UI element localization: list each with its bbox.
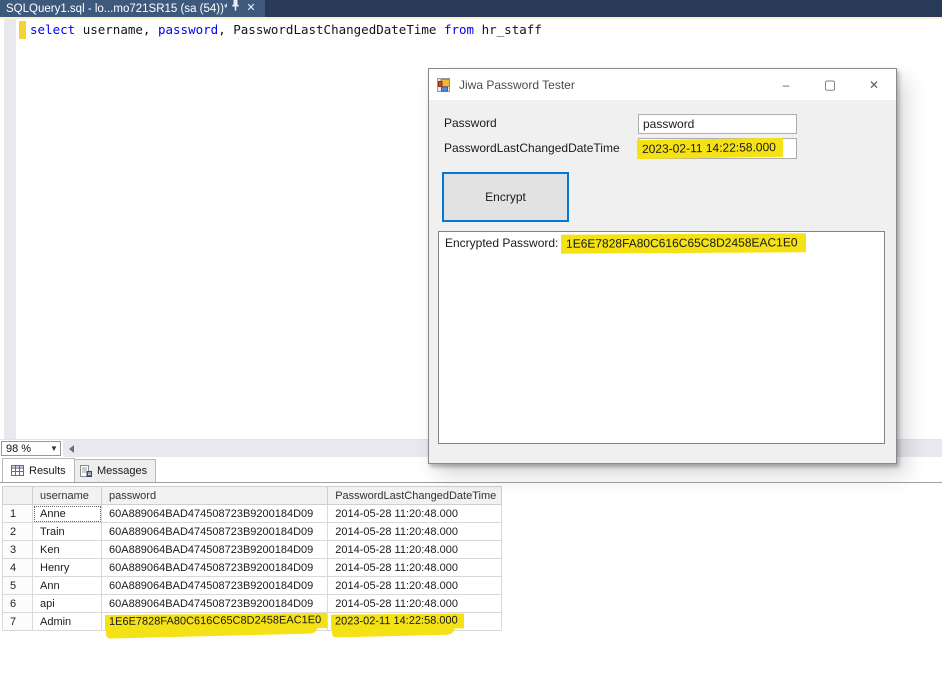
winforms-window-icon — [437, 78, 452, 92]
grid-cell-rownum[interactable]: 4 — [3, 559, 33, 577]
password-field-value: password — [643, 117, 694, 131]
grid-cell-rownum[interactable]: 3 — [3, 541, 33, 559]
document-icon — [80, 465, 92, 477]
sql-token: hr_staff — [474, 22, 542, 37]
grid-body: 1Anne60A889064BAD474508723B9200184D09201… — [3, 505, 502, 631]
tab-results-label: Results — [29, 465, 66, 477]
grid-header-changed[interactable]: PasswordLastChangedDateTime — [328, 487, 502, 505]
grid-cell-username[interactable]: Ken — [33, 541, 102, 559]
unsaved-change-bar — [19, 21, 26, 39]
grid-row: 6api60A889064BAD474508723B9200184D092014… — [3, 595, 502, 613]
password-field[interactable]: password — [638, 114, 797, 134]
zoom-level-value: 98 % — [2, 443, 48, 455]
grid-cell-rownum[interactable]: 6 — [3, 595, 33, 613]
sql-token: username — [83, 22, 143, 37]
tab-results[interactable]: Results — [2, 458, 75, 482]
encrypted-output-prefix: Encrypted Password: — [445, 236, 562, 250]
dialog-minimize-button[interactable]: – — [764, 69, 808, 100]
grid-cell-changed[interactable]: 2014-05-28 11:20:48.000 — [328, 505, 502, 523]
ssms-window: SQLQuery1.sql - lo...mo721SR15 (sa (54))… — [0, 0, 942, 680]
datetime-field-value: 2023-02-11 14:22:58.000 — [637, 138, 783, 159]
grid-cell-changed[interactable]: 2014-05-28 11:20:48.000 — [328, 541, 502, 559]
grid-cell-password[interactable]: 60A889064BAD474508723B9200184D09 — [102, 523, 328, 541]
grid-cell-changed[interactable]: 2023-02-11 14:22:58.000 — [328, 613, 502, 631]
grid-cell-username[interactable]: Train — [33, 523, 102, 541]
grid-cell-changed[interactable]: 2014-05-28 11:20:48.000 — [328, 523, 502, 541]
grid-cell-changed[interactable]: 2014-05-28 11:20:48.000 — [328, 559, 502, 577]
grid-row: 7Admin1E6E7828FA80C616C65C8D2458EAC1E020… — [3, 613, 502, 631]
grid-cell-username[interactable]: api — [33, 595, 102, 613]
editor-indicator-margin — [4, 19, 16, 439]
encrypt-button-label: Encrypt — [485, 190, 526, 204]
datetime-label: PasswordLastChangedDateTime — [444, 141, 620, 155]
datetime-field[interactable]: 2023-02-11 14:22:58.000 — [638, 138, 797, 159]
grid-header-row: username password PasswordLastChangedDat… — [3, 487, 502, 505]
dialog-close-button[interactable]: ✕ — [852, 69, 896, 100]
sql-token: , — [143, 22, 158, 37]
tab-messages-label: Messages — [97, 465, 147, 477]
results-grid-pane: username password PasswordLastChangedDat… — [0, 483, 942, 680]
dialog-maximize-button[interactable]: ▢ — [808, 69, 852, 100]
grid-cell-rownum[interactable]: 2 — [3, 523, 33, 541]
sql-token: from — [444, 22, 474, 37]
tab-close-icon[interactable]: ✕ — [243, 0, 259, 17]
zoom-level-combo[interactable]: 98 % ▼ — [1, 441, 61, 456]
encrypted-output-hash: 1E6E7828FA80C616C65C8D2458EAC1E0 — [561, 233, 806, 253]
grid-row: 5Ann60A889064BAD474508723B9200184D092014… — [3, 577, 502, 595]
grid-row: 4Henry60A889064BAD474508723B9200184D0920… — [3, 559, 502, 577]
grid-cell-username[interactable]: Admin — [33, 613, 102, 631]
grid-cell-rownum[interactable]: 7 — [3, 613, 33, 631]
results-grid: username password PasswordLastChangedDat… — [2, 486, 502, 631]
grid-corner-cell[interactable] — [3, 487, 33, 505]
grid-cell-rownum[interactable]: 5 — [3, 577, 33, 595]
grid-cell-password[interactable]: 60A889064BAD474508723B9200184D09 — [102, 559, 328, 577]
grid-cell-password[interactable]: 1E6E7828FA80C616C65C8D2458EAC1E0 — [102, 613, 328, 631]
sql-token: select — [30, 22, 83, 37]
jiwa-password-tester-dialog: Jiwa Password Tester – ▢ ✕ Password pass… — [428, 68, 897, 464]
encrypted-output-box[interactable]: Encrypted Password: 1E6E7828FA80C616C65C… — [438, 231, 885, 444]
scroll-left-arrow-icon[interactable] — [69, 445, 74, 453]
sql-token: password — [158, 22, 218, 37]
grid-row: 1Anne60A889064BAD474508723B9200184D09201… — [3, 505, 502, 523]
grid-cell-password[interactable]: 60A889064BAD474508723B9200184D09 — [102, 541, 328, 559]
dialog-titlebar[interactable]: Jiwa Password Tester – ▢ ✕ — [429, 69, 896, 100]
grid-cell-password-highlighted: 1E6E7828FA80C616C65C8D2458EAC1E0 — [105, 613, 327, 630]
grid-cell-username[interactable]: Henry — [33, 559, 102, 577]
grid-header-username[interactable]: username — [33, 487, 102, 505]
encrypt-button[interactable]: Encrypt — [442, 172, 569, 222]
tab-messages[interactable]: Messages — [71, 459, 156, 482]
grid-cell-password[interactable]: 60A889064BAD474508723B9200184D09 — [102, 595, 328, 613]
grid-header-password[interactable]: password — [102, 487, 328, 505]
sql-token: , PasswordLastChangedDateTime — [218, 22, 444, 37]
grid-cell-username[interactable]: Anne — [33, 505, 102, 523]
dialog-title: Jiwa Password Tester — [459, 78, 764, 92]
table-grid-icon — [11, 465, 24, 476]
grid-cell-changed[interactable]: 2014-05-28 11:20:48.000 — [328, 595, 502, 613]
grid-cell-password[interactable]: 60A889064BAD474508723B9200184D09 — [102, 505, 328, 523]
pin-icon[interactable] — [227, 0, 243, 17]
document-tab[interactable]: SQLQuery1.sql - lo...mo721SR15 (sa (54))… — [0, 0, 265, 17]
grid-cell-changed-highlighted: 2023-02-11 14:22:58.000 — [331, 613, 464, 629]
grid-cell-password[interactable]: 60A889064BAD474508723B9200184D09 — [102, 577, 328, 595]
grid-cell-username[interactable]: Ann — [33, 577, 102, 595]
document-tabstrip: SQLQuery1.sql - lo...mo721SR15 (sa (54))… — [0, 0, 942, 17]
grid-cell-changed[interactable]: 2014-05-28 11:20:48.000 — [328, 577, 502, 595]
combo-arrow-icon: ▼ — [48, 444, 60, 453]
document-tab-title: SQLQuery1.sql - lo...mo721SR15 (sa (54))… — [6, 3, 227, 15]
grid-row: 2Train60A889064BAD474508723B9200184D0920… — [3, 523, 502, 541]
grid-row: 3Ken60A889064BAD474508723B9200184D092014… — [3, 541, 502, 559]
sql-code-line[interactable]: select username, password, PasswordLastC… — [30, 22, 542, 37]
grid-cell-rownum[interactable]: 1 — [3, 505, 33, 523]
password-label: Password — [444, 116, 497, 130]
